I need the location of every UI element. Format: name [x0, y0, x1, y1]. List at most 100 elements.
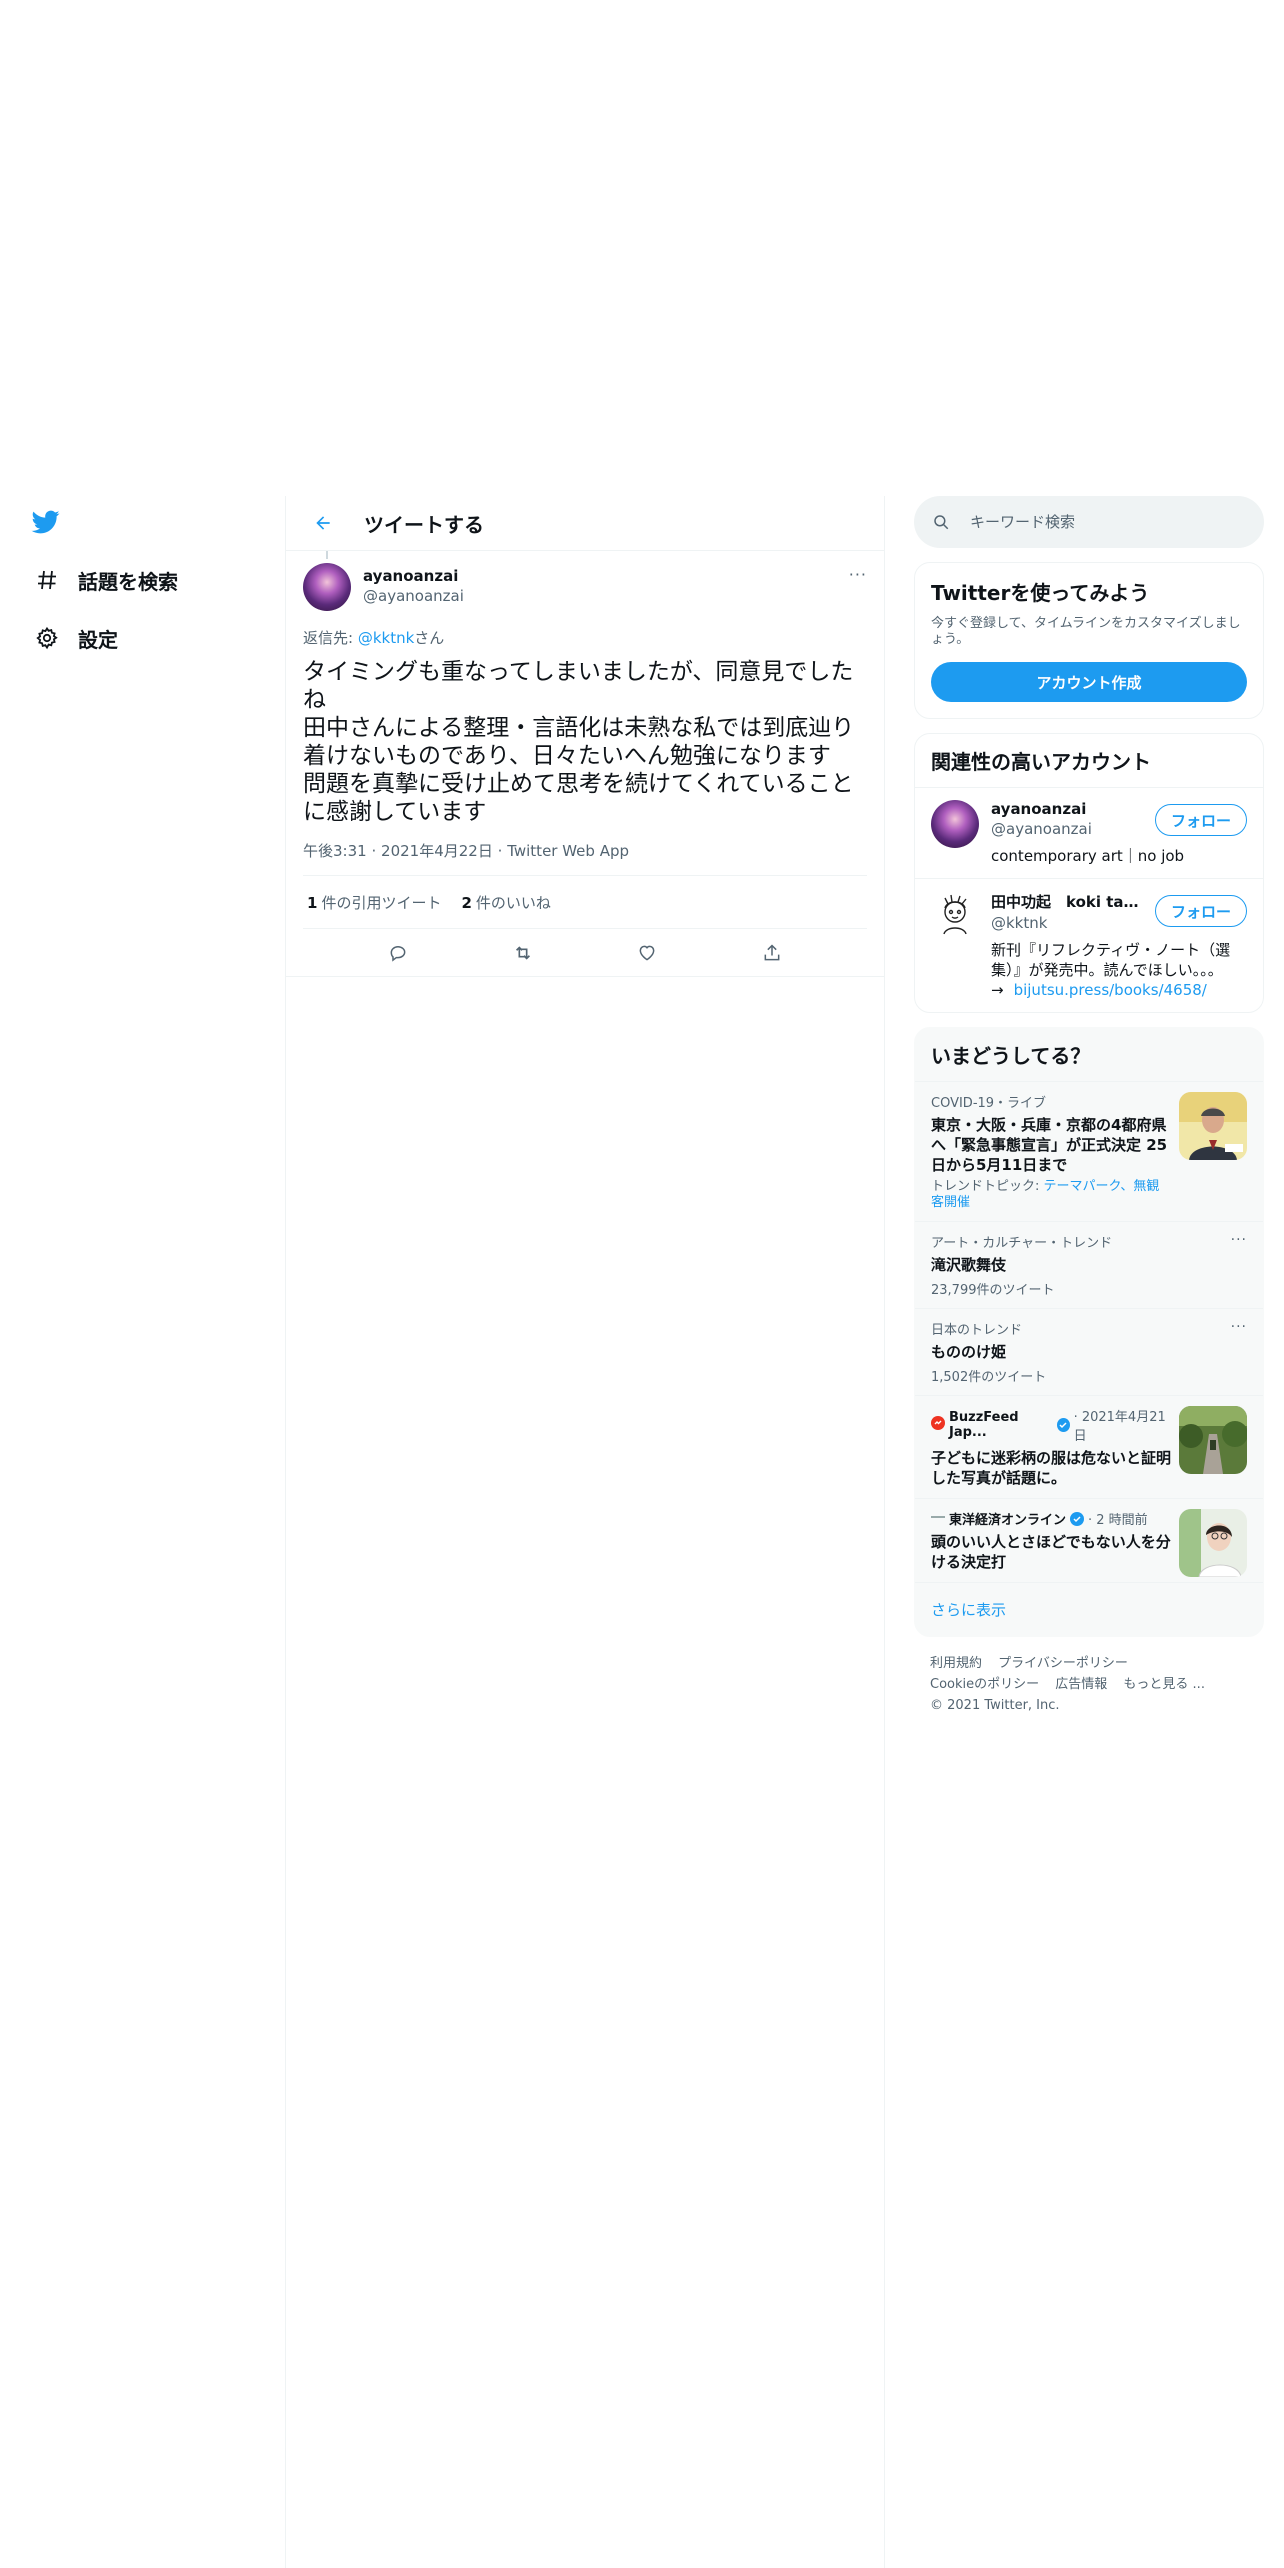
news-source-name: 東洋経済オンライン	[949, 1513, 1067, 1528]
footer-link-terms[interactable]: 利用規約	[930, 1656, 982, 1671]
copyright: © 2021 Twitter, Inc.	[930, 1698, 1060, 1713]
avatar[interactable]	[931, 891, 979, 939]
twitter-logo-icon[interactable]	[30, 508, 64, 538]
main-column: ツイートする ayanoanzai @ayanoanzai ··· 返信先: @…	[285, 496, 885, 2568]
search-bar[interactable]	[914, 496, 1264, 548]
news-item[interactable]: 東洋経済オンライン · 2 時間前 頭のいい人とさほどでもない人を分ける決定打	[915, 1499, 1263, 1583]
like-button[interactable]	[629, 935, 665, 971]
account-bio: 新刊『リフレクティヴ・ノート（選集）』が発売中。読んでほしい。。。→ bijuts…	[991, 940, 1246, 1000]
follow-button[interactable]: フォロー	[1155, 895, 1247, 927]
nav-settings[interactable]: 設定	[30, 618, 118, 658]
reply-icon	[390, 945, 406, 962]
news-thumbnail	[1179, 1406, 1247, 1474]
tweet-actions	[286, 929, 884, 977]
likes-stat[interactable]: 2 件のいいね	[461, 892, 550, 913]
reply-prefix: 返信先:	[303, 629, 358, 647]
signup-card: Twitterを使ってみよう 今すぐ登録して、タイムラインをカスタマイズしましょ…	[914, 562, 1264, 719]
trends-card: いまどうしてる？ COVID-19・ライブ 東京・大阪・兵庫・京都の4都府県へ「…	[914, 1027, 1264, 1637]
buzzfeed-logo-icon	[931, 1416, 945, 1434]
show-more-link[interactable]: さらに表示	[915, 1583, 1263, 1636]
right-sidebar: Twitterを使ってみよう 今すぐ登録して、タイムラインをカスタマイズしましょ…	[914, 496, 1264, 1716]
news-item[interactable]: BuzzFeed Jap... · 2021年4月21日 子どもに迷彩柄の服は危…	[915, 1396, 1263, 1499]
hashtag-icon	[30, 563, 64, 597]
footer-link-more[interactable]: もっと見る ...	[1123, 1677, 1205, 1692]
account-item[interactable]: ayanoanzai @ayanoanzai contemporary art｜…	[915, 788, 1263, 879]
tweet-date[interactable]: 2021年4月22日	[381, 842, 493, 860]
like-count: 2	[461, 893, 472, 912]
gear-icon	[30, 621, 64, 655]
trend-title: 滝沢歌舞伎	[931, 1256, 1007, 1274]
retweet-button[interactable]	[505, 935, 541, 971]
trend-context: 日本のトレンド	[931, 1323, 1023, 1338]
account-name[interactable]: ayanoanzai	[991, 800, 1141, 818]
trend-item[interactable]: 日本のトレンド もののけ姫 1,502件のツイート ···	[915, 1309, 1263, 1396]
more-options-icon[interactable]: ···	[1231, 1232, 1247, 1248]
meta-separator: ·	[497, 842, 503, 860]
page-title: ツイートする	[364, 512, 484, 537]
back-button[interactable]	[306, 506, 340, 540]
account-bio: contemporary art｜no job	[991, 847, 1185, 865]
news-thumbnail	[1179, 1509, 1247, 1577]
footer-link-ads[interactable]: 広告情報	[1055, 1677, 1107, 1692]
meta-separator: ·	[371, 842, 377, 860]
news-source: 東洋経済オンライン · 2 時間前	[931, 1509, 1171, 1528]
trend-count: 23,799件のツイート	[931, 1283, 1055, 1298]
footer: 利用規約 プライバシーポリシー Cookieのポリシー 広告情報 もっと見る .…	[914, 1653, 1264, 1716]
trends-title: いまどうしてる？	[915, 1028, 1263, 1082]
share-button[interactable]	[754, 935, 790, 971]
trend-context: COVID-19・ライブ	[931, 1096, 1047, 1111]
trend-topics: トレンドトピック: テーマパーク、無観客開催	[931, 1179, 1171, 1211]
avatar[interactable]	[931, 800, 979, 848]
trend-item[interactable]: アート・カルチャー・トレンド 滝沢歌舞伎 23,799件のツイート ···	[915, 1222, 1263, 1309]
bio-link[interactable]: bijutsu.press/books/4658/	[1014, 981, 1207, 999]
footer-link-privacy[interactable]: プライバシーポリシー	[998, 1656, 1128, 1671]
trend-count: 1,502件のツイート	[931, 1370, 1047, 1385]
account-name[interactable]: 田中功起 koki tanaka	[991, 891, 1141, 912]
heart-icon	[639, 945, 655, 961]
tweet-stats: 1 件の引用ツイート 2 件のいいね	[303, 876, 867, 929]
news-title: 子どもに迷彩柄の服は危ないと証明した写真が話題に。	[931, 1449, 1172, 1487]
footer-link-cookies[interactable]: Cookieのポリシー	[930, 1677, 1039, 1692]
trend-title: 東京・大阪・兵庫・京都の4都府県へ「緊急事態宣言」が正式決定 25日から5月11…	[931, 1116, 1168, 1174]
search-icon	[934, 515, 949, 530]
tweet-handle[interactable]: @ayanoanzai	[363, 587, 464, 605]
like-label: 件のいいね	[475, 893, 551, 912]
nav-settings-label: 設定	[78, 627, 118, 652]
tweet-text: タイミングも重なってしまいましたが、同意見でしたね 田中さんによる整理・言語化は…	[303, 659, 855, 825]
tweet-user-name[interactable]: ayanoanzai	[363, 567, 464, 585]
related-accounts-card: 関連性の高いアカウント ayanoanzai @ayanoanzai conte…	[914, 733, 1264, 1013]
tweet-detail: ayanoanzai @ayanoanzai ··· 返信先: @kktnkさん…	[286, 551, 884, 977]
nav-explore[interactable]: 話題を検索	[30, 560, 178, 600]
quote-count: 1	[307, 893, 318, 912]
news-source-name: BuzzFeed Jap...	[949, 1410, 1019, 1440]
signup-description: 今すぐ登録して、タイムラインをカスタマイズしましょう。	[931, 616, 1241, 647]
quote-label: 件の引用ツイート	[321, 893, 442, 912]
news-thumbnail	[1179, 1092, 1247, 1160]
reply-mention-link[interactable]: @kktnk	[358, 629, 414, 647]
news-source: BuzzFeed Jap... · 2021年4月21日	[931, 1406, 1171, 1444]
more-options-icon[interactable]: ···	[849, 565, 867, 584]
retweet-icon	[515, 945, 530, 960]
tweet-time[interactable]: 午後3:31	[303, 842, 367, 860]
related-title: 関連性の高いアカウント	[915, 734, 1263, 788]
create-account-button[interactable]: アカウント作成	[931, 662, 1247, 702]
trend-context: アート・カルチャー・トレンド	[931, 1236, 1113, 1251]
toyokeizai-logo-icon	[931, 1511, 945, 1526]
avatar[interactable]	[303, 563, 351, 611]
reply-to: 返信先: @kktnkさん	[303, 627, 867, 648]
tweet-meta: 午後3:31 · 2021年4月22日 · Twitter Web App	[303, 840, 867, 876]
more-options-icon[interactable]: ···	[1231, 1319, 1247, 1335]
news-title: 頭のいい人とさほどでもない人を分ける決定打	[931, 1533, 1171, 1571]
account-item[interactable]: 田中功起 koki tanaka @kktnk 新刊『リフレクティヴ・ノート（選…	[915, 879, 1263, 1012]
search-input[interactable]	[970, 513, 1230, 531]
reply-button[interactable]	[380, 935, 416, 971]
trend-item[interactable]: COVID-19・ライブ 東京・大阪・兵庫・京都の4都府県へ「緊急事態宣言」が正…	[915, 1082, 1263, 1222]
news-time: · 2021年4月21日	[1073, 1410, 1166, 1444]
tweet-source-app[interactable]: Twitter Web App	[507, 842, 629, 860]
follow-button[interactable]: フォロー	[1155, 804, 1247, 836]
quote-tweets-stat[interactable]: 1 件の引用ツイート	[307, 892, 441, 913]
signup-title: Twitterを使ってみよう	[931, 581, 1150, 605]
column-header: ツイートする	[286, 496, 884, 551]
arrow-left-icon	[316, 516, 330, 530]
news-time: · 2 時間前	[1088, 1513, 1148, 1528]
